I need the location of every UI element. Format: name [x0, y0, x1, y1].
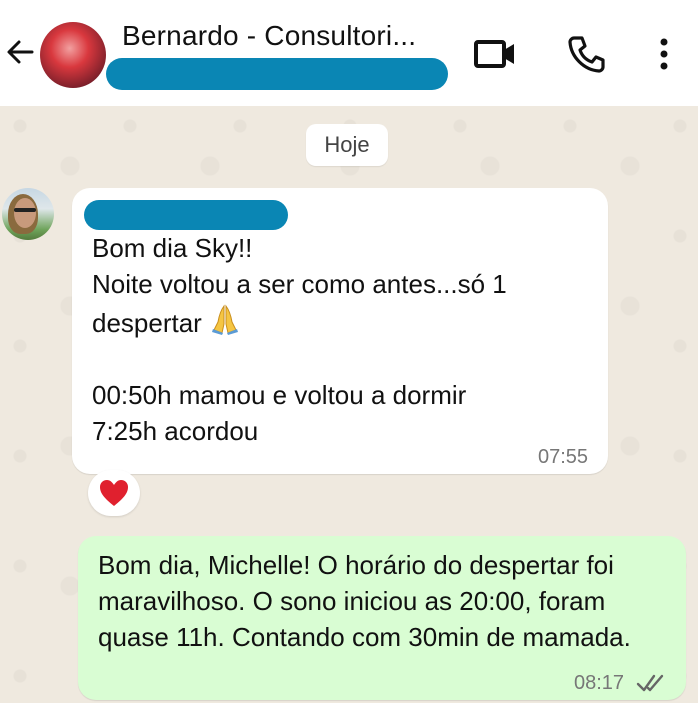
contact-avatar[interactable] — [40, 22, 106, 88]
more-options-icon[interactable] — [652, 34, 676, 74]
red-heart-icon — [100, 480, 128, 506]
incoming-line-1: Bom dia Sky!! — [92, 233, 253, 263]
redacted-sender-name — [84, 200, 288, 230]
contact-name[interactable]: Bernardo - Consultori... — [122, 20, 452, 52]
incoming-line-3: despertar — [92, 308, 202, 338]
incoming-line-4: 00:50h mamou e voltou a dormir — [92, 380, 467, 410]
double-check-icon — [636, 674, 664, 692]
back-arrow-icon[interactable] — [4, 36, 36, 68]
incoming-line-2: Noite voltou a ser como antes...só 1 — [92, 269, 507, 299]
redacted-status — [106, 58, 448, 90]
voice-call-icon[interactable] — [566, 34, 606, 74]
chat-header: Bernardo - Consultori... — [0, 0, 698, 106]
sender-avatar[interactable] — [2, 188, 54, 240]
incoming-message-text: Bom dia Sky!! Noite voltou a ser como ant… — [92, 230, 602, 449]
message-reaction[interactable] — [88, 470, 140, 516]
date-chip: Hoje — [306, 124, 388, 166]
outgoing-timestamp: 08:17 — [574, 672, 625, 694]
folded-hands-icon — [211, 304, 238, 335]
incoming-line-5: 7:25h acordou — [92, 416, 259, 446]
incoming-timestamp: 07:55 — [538, 446, 589, 468]
video-call-icon[interactable] — [472, 34, 518, 74]
outgoing-message-text: Bom dia, Michelle! O horário do desperta… — [98, 550, 631, 652]
